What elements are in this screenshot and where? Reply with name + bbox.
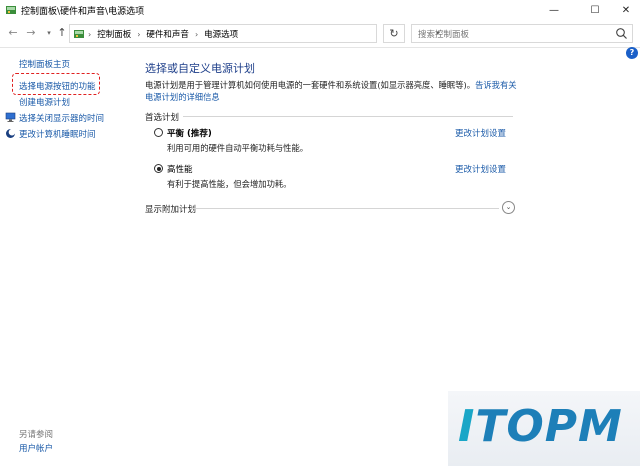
breadcrumb-separator: ›: [88, 29, 92, 39]
logo-letter-i: I: [458, 401, 476, 452]
breadcrumb-power-options[interactable]: 电源选项: [204, 28, 238, 40]
control-panel-icon: [6, 6, 16, 14]
minimize-icon: —: [549, 4, 559, 16]
breadcrumb-separator: ›: [137, 29, 141, 39]
monitor-icon: [5, 112, 16, 122]
plan-name-text: 平衡: [167, 129, 185, 139]
show-additional-plans-heading: 显示附加计划: [145, 205, 197, 215]
search-icon[interactable]: [615, 27, 628, 40]
breadcrumb-control-panel[interactable]: 控制面板: [97, 28, 131, 40]
divider: [191, 208, 499, 209]
plan-name: 平衡 (推荐): [167, 127, 212, 139]
plan-name-text: 高性能: [167, 165, 193, 175]
change-plan-settings-high-performance-link[interactable]: 更改计划设置: [455, 163, 506, 175]
breadcrumb: › 控制面板 › 硬件和声音 › 电源选项: [88, 28, 238, 41]
address-toolbar: ← → ▾ ↑ › 控制面板 › 硬件和声音 › 电源选项 ▾ ↻ 搜索控制面板: [0, 20, 640, 48]
maximize-icon: ☐: [590, 4, 600, 16]
recent-locations-button[interactable]: ▾: [42, 26, 56, 40]
forward-button[interactable]: →: [24, 26, 38, 40]
plan-tag: (推荐): [186, 129, 212, 139]
page-title: 选择或自定义电源计划: [145, 62, 255, 75]
moon-icon: [6, 128, 16, 138]
arrow-left-icon: ←: [8, 26, 18, 39]
logo-letters: TOPM: [475, 401, 623, 452]
arrow-up-icon: ↑: [57, 26, 67, 39]
help-icon[interactable]: ?: [626, 47, 638, 59]
plan-description: 利用可用的硬件自动平衡功耗与性能。: [167, 143, 309, 153]
plan-description: 有利于提高性能，但会增加功耗。: [167, 179, 292, 189]
close-button[interactable]: ✕: [610, 0, 640, 20]
radio-high-performance[interactable]: [154, 164, 163, 173]
sidebar-item-user-accounts[interactable]: 用户帐户: [19, 442, 53, 454]
divider: [183, 116, 513, 117]
breadcrumb-hardware-sound[interactable]: 硬件和声音: [146, 28, 189, 40]
sidebar: 控制面板主页 选择电源按钮的功能 创建电源计划 选择关闭显示器的时间 更改计算机…: [0, 49, 140, 466]
address-bar[interactable]: › 控制面板 › 硬件和声音 › 电源选项 ▾: [69, 24, 440, 43]
search-input[interactable]: 搜索控制面板: [411, 24, 633, 43]
maximize-button[interactable]: ☐: [579, 0, 611, 20]
arrow-right-icon: →: [26, 26, 36, 39]
logo-text: ITOPM: [458, 401, 623, 452]
up-button[interactable]: ↑: [55, 26, 69, 40]
back-button[interactable]: ←: [6, 26, 20, 40]
plan-name: 高性能: [167, 163, 193, 175]
chevron-down-icon[interactable]: ⌄: [502, 201, 515, 214]
chevron-down-icon: ▾: [47, 29, 51, 37]
breadcrumb-separator: ›: [194, 29, 199, 39]
minimize-button[interactable]: —: [538, 0, 570, 20]
control-panel-icon: [74, 30, 84, 38]
radio-balanced[interactable]: [154, 128, 163, 137]
window-title: 控制面板\硬件和声音\电源选项: [21, 7, 145, 17]
sidebar-item-display-off[interactable]: 选择关闭显示器的时间: [19, 112, 104, 124]
sidebar-item-home[interactable]: 控制面板主页: [19, 58, 70, 70]
see-also-heading: 另请参阅: [19, 430, 54, 440]
itopm-logo: ITOPM: [448, 391, 640, 466]
description-text: 电源计划是用于管理计算机如何使用电源的一套硬件和系统设置(如显示器亮度、睡眠等)…: [145, 80, 476, 90]
page-description: 电源计划是用于管理计算机如何使用电源的一套硬件和系统设置(如显示器亮度、睡眠等)…: [145, 79, 520, 103]
sidebar-item-power-buttons[interactable]: 选择电源按钮的功能: [19, 80, 96, 92]
refresh-icon: ↻: [389, 27, 399, 40]
change-plan-settings-balanced-link[interactable]: 更改计划设置: [455, 127, 506, 139]
sidebar-item-sleep-time[interactable]: 更改计算机睡眠时间: [19, 128, 96, 140]
close-icon: ✕: [621, 4, 631, 16]
preferred-plans-heading: 首选计划: [145, 113, 180, 123]
sidebar-item-create-plan[interactable]: 创建电源计划: [19, 96, 70, 108]
search-placeholder: 搜索控制面板: [418, 30, 470, 40]
refresh-button[interactable]: ↻: [383, 24, 405, 43]
title-bar: 控制面板\硬件和声音\电源选项 — ☐ ✕: [0, 0, 640, 20]
